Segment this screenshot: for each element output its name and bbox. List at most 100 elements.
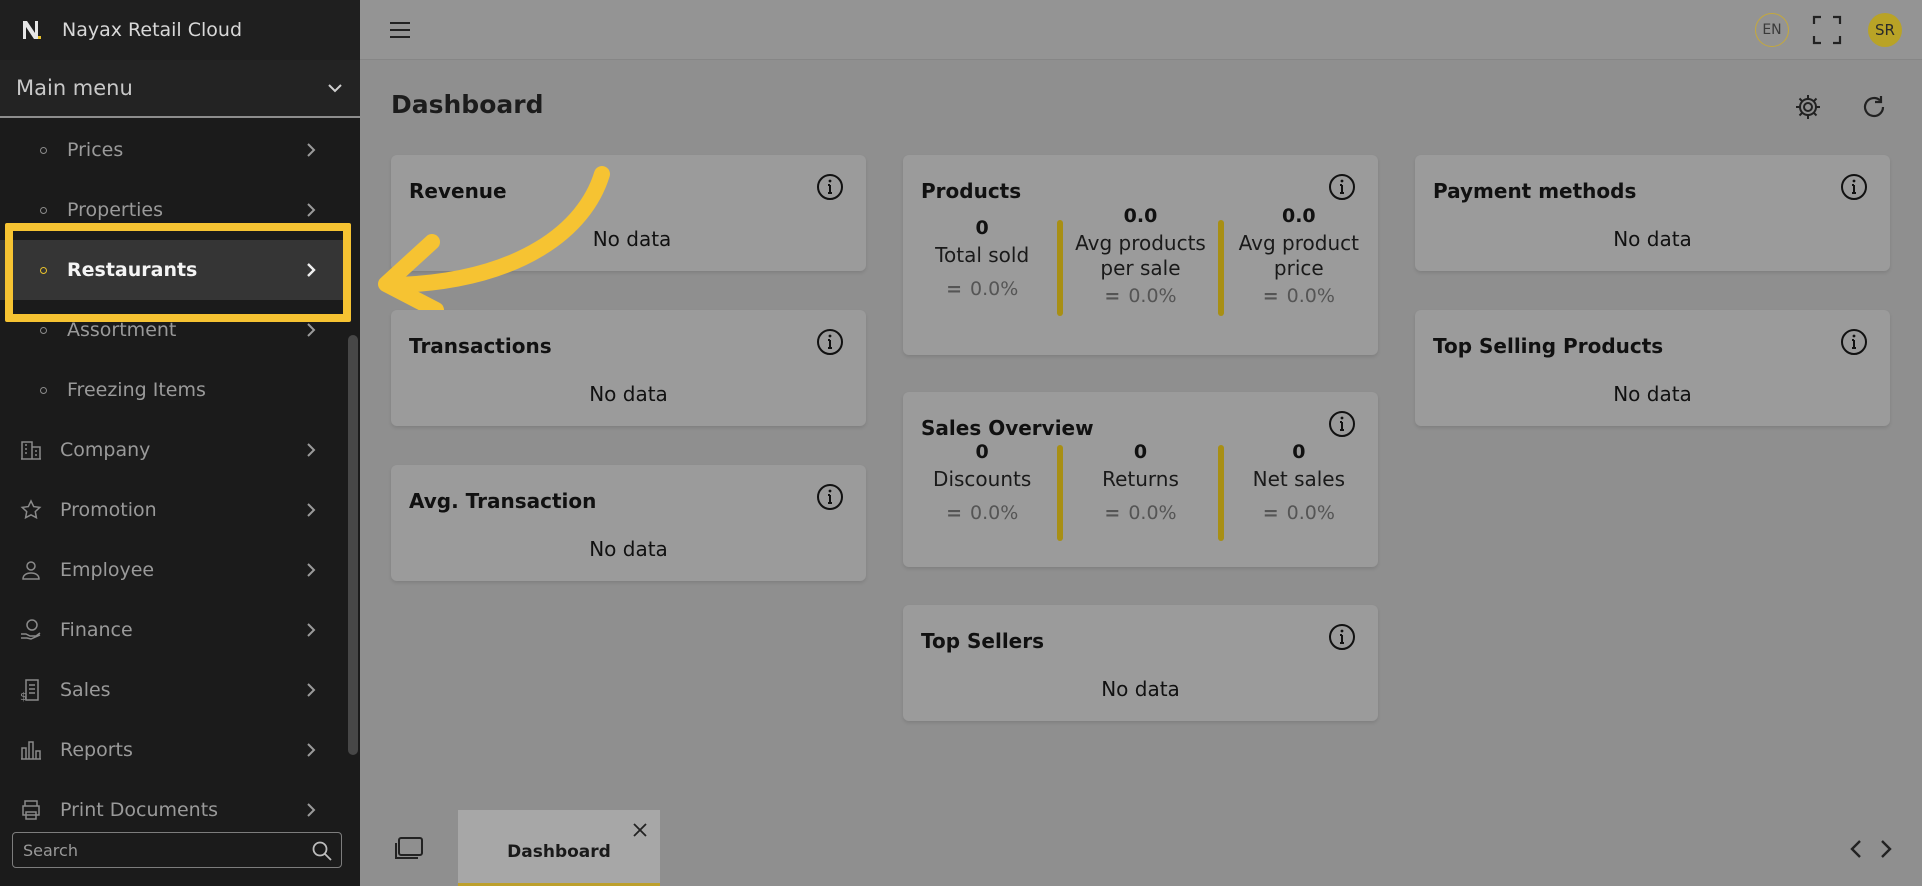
payment-methods-card: Payment methods No data xyxy=(1415,155,1890,271)
metric-total-sold: 0 Total sold = 0.0% xyxy=(903,205,1061,307)
products-metrics: 0 Total sold = 0.0% 0.0 Avg products per s… xyxy=(903,205,1378,307)
sidebar-item-company[interactable]: Company xyxy=(0,420,346,480)
fullscreen-icon[interactable] xyxy=(1811,14,1843,46)
info-icon[interactable] xyxy=(1840,328,1868,356)
metric-avg-product-price: 0.0 Avg product price = 0.0% xyxy=(1220,205,1378,307)
chevron-right-icon xyxy=(307,203,316,217)
metric-value: 0 xyxy=(975,441,989,463)
hamburger-menu-icon[interactable] xyxy=(388,18,412,42)
sidebar-search-input[interactable] xyxy=(23,840,293,860)
bullet-icon xyxy=(40,146,47,154)
info-icon[interactable] xyxy=(816,483,844,511)
printer-icon xyxy=(18,797,44,820)
equal-icon: = xyxy=(1262,502,1279,524)
chevron-right-icon xyxy=(307,743,316,757)
search-icon[interactable] xyxy=(311,840,333,862)
no-data-text: No data xyxy=(589,537,668,561)
bullet-icon xyxy=(40,206,47,214)
card-title: Products xyxy=(921,179,1022,203)
metric-label: Discounts xyxy=(933,467,1032,491)
language-button[interactable]: EN xyxy=(1755,13,1789,47)
sidebar: Nayax Retail Cloud Main menu Prices Prop… xyxy=(0,0,360,886)
no-data-text: No data xyxy=(592,227,672,251)
svg-text:$: $ xyxy=(20,690,27,702)
sidebar-item-properties[interactable]: Properties xyxy=(0,180,346,240)
main-menu-toggle[interactable]: Main menu xyxy=(0,60,360,118)
card-title: Payment methods xyxy=(1433,179,1637,203)
chevron-down-icon xyxy=(328,84,342,93)
sidebar-item-label: Freezing Items xyxy=(67,379,206,401)
sidebar-item-promotion[interactable]: Promotion xyxy=(0,480,346,540)
sidebar-item-label: Finance xyxy=(60,619,133,641)
chevron-right-icon xyxy=(307,563,316,577)
metric-discounts: 0 Discounts = 0.0% xyxy=(903,441,1061,524)
chevron-right-icon xyxy=(307,323,316,337)
top-bar: EN SR xyxy=(360,0,1922,60)
products-card: Products 0 Total sold = 0.0% 0.0 Avg prod… xyxy=(903,155,1378,355)
gear-icon[interactable] xyxy=(1794,93,1822,121)
chevron-right-icon xyxy=(307,143,316,157)
metric-percent: = 0.0% xyxy=(1104,285,1177,307)
sidebar-item-label: Prices xyxy=(67,139,124,161)
info-icon[interactable] xyxy=(1328,623,1356,651)
sidebar-item-print-documents[interactable]: Print Documents xyxy=(0,780,346,820)
info-icon[interactable] xyxy=(816,173,844,201)
close-icon[interactable] xyxy=(632,822,648,838)
metric-returns: 0 Returns = 0.0% xyxy=(1061,441,1219,524)
info-icon[interactable] xyxy=(1328,173,1356,201)
bullet-icon xyxy=(40,266,47,274)
sidebar-item-assortment[interactable]: Assortment xyxy=(0,300,346,360)
info-icon[interactable] xyxy=(816,328,844,356)
sidebar-item-label: Company xyxy=(60,439,151,461)
nayax-logo-icon xyxy=(18,16,46,44)
card-title: Sales Overview xyxy=(921,416,1094,440)
sidebar-item-label: Reports xyxy=(60,739,133,761)
open-tabs-icon[interactable] xyxy=(394,836,424,862)
chevron-right-icon[interactable] xyxy=(1877,838,1895,860)
info-icon[interactable] xyxy=(1328,410,1356,438)
refresh-icon[interactable] xyxy=(1860,93,1888,121)
transactions-card: Transactions No data xyxy=(391,310,866,426)
metric-avg-products-per-sale: 0.0 Avg products per sale = 0.0% xyxy=(1061,205,1219,307)
sidebar-item-employee[interactable]: Employee xyxy=(0,540,346,600)
card-title: Top Selling Products xyxy=(1433,334,1664,358)
sidebar-item-label: Properties xyxy=(67,199,164,221)
metric-value: 0.0 xyxy=(1123,205,1158,227)
sales-overview-card: Sales Overview 0 Discounts = 0.0% 0 Retur… xyxy=(903,392,1378,567)
equal-icon: = xyxy=(946,502,962,524)
bar-chart-icon xyxy=(18,737,44,763)
tab-label: Dashboard xyxy=(507,842,611,862)
person-icon xyxy=(18,557,44,583)
metric-percent: = 0.0% xyxy=(1262,502,1335,524)
metric-net-sales: 0 Net sales = 0.0% xyxy=(1220,441,1378,524)
metric-value: 0.0 xyxy=(1281,205,1316,227)
sidebar-item-prices[interactable]: Prices xyxy=(0,120,346,180)
equal-icon: = xyxy=(946,278,962,300)
page-title: Dashboard xyxy=(391,90,544,119)
receipt-dollar-icon: $ xyxy=(18,677,44,703)
metric-percent: = 0.0% xyxy=(1104,502,1177,524)
sidebar-item-restaurants[interactable]: Restaurants xyxy=(0,240,346,300)
sidebar-item-sales[interactable]: $ Sales xyxy=(0,660,346,720)
chevron-right-icon xyxy=(307,263,316,277)
info-icon[interactable] xyxy=(1840,173,1868,201)
metric-label: Total sold xyxy=(935,243,1030,267)
sidebar-item-label: Print Documents xyxy=(60,799,219,820)
top-sellers-card: Top Sellers No data xyxy=(903,605,1378,721)
sidebar-scrollbar[interactable] xyxy=(348,335,358,755)
sidebar-item-reports[interactable]: Reports xyxy=(0,720,346,780)
tab-dashboard[interactable]: Dashboard xyxy=(458,810,660,886)
avatar[interactable]: SR xyxy=(1868,13,1902,47)
sidebar-item-finance[interactable]: Finance xyxy=(0,600,346,660)
chevron-right-icon xyxy=(307,623,316,637)
chevron-right-icon xyxy=(307,443,316,457)
sidebar-item-freezing-items[interactable]: Freezing Items xyxy=(0,360,346,420)
sidebar-search xyxy=(12,832,342,868)
sidebar-item-label: Employee xyxy=(60,559,155,581)
money-hand-icon xyxy=(18,617,44,643)
chevron-left-icon[interactable] xyxy=(1847,838,1865,860)
no-data-text: No data xyxy=(1101,677,1180,701)
equal-icon: = xyxy=(1104,285,1121,307)
metric-value: 0 xyxy=(1292,441,1306,463)
chevron-right-icon xyxy=(307,803,316,817)
